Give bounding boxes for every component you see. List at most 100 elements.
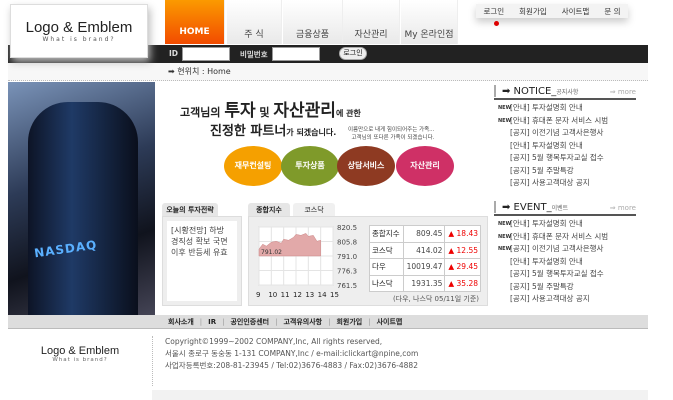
separator: | xyxy=(199,318,203,326)
item-text: [안내] 휴대폰 문자 서비스 시범 xyxy=(510,231,609,241)
index-row: 나스닥 1931.35 ▲ 35.28 xyxy=(369,274,481,292)
notice-section: ➡ NOTICE_공지사항 ⇒ more NEW [안내] 투자설명회 안내 NEW[… xyxy=(490,84,640,190)
index-change: ▲ 18.43 xyxy=(444,225,481,243)
event-item[interactable]: [공지] 사용고객대상 공지 xyxy=(490,293,640,306)
new-badge: NEW xyxy=(498,117,512,124)
x-tick-label: 13 xyxy=(305,291,314,299)
item-text: [안내] 투자설명회 안내 xyxy=(510,103,583,112)
event-item[interactable]: [안내] 투자설명회 안내 xyxy=(490,256,640,269)
event-item[interactable]: NEW [안내] 휴대폰 문자 서비스 시범 xyxy=(490,231,640,244)
footer-info: Copyright©1999~2002 COMPANY,Inc, All rig… xyxy=(152,336,418,386)
nav-asset-management[interactable]: 자산관리 xyxy=(343,0,400,44)
footer-link[interactable]: 공인인증센터 xyxy=(230,315,269,328)
footer-link[interactable]: 고객유의사항 xyxy=(283,315,322,328)
logo-tagline: What is brand? xyxy=(42,36,116,43)
notice-header: ➡ NOTICE_공지사항 ⇒ more xyxy=(494,84,636,100)
y-tick-label: 791.0 xyxy=(337,253,357,261)
tab-investment-strategy[interactable]: 오늘의 투자전략 xyxy=(162,203,218,217)
y-tick-label: 805.8 xyxy=(337,238,357,246)
item-text: [안내] 휴대폰 문자 서비스 시범 xyxy=(510,115,609,125)
y-tick-label: 820.5 xyxy=(337,224,357,232)
notice-item[interactable]: [공지] 사용고객대상 공지 xyxy=(490,177,640,190)
footer-band xyxy=(152,390,648,400)
hero-subtext: 이름만으로 내게 힘이되어주는 가족... 고객님의 또다른 가족이 되겠습니다. xyxy=(348,127,435,141)
event-item[interactable]: NEW [안내] 투자설명회 안내 xyxy=(490,218,640,231)
new-badge: NEW xyxy=(498,105,512,111)
footer-link[interactable]: 사이트맵 xyxy=(377,315,403,328)
id-input[interactable] xyxy=(182,47,230,61)
event-item[interactable]: NEW [공지] 이전기념 고객사은행사 xyxy=(490,243,640,256)
separator: | xyxy=(222,318,225,326)
item-text: [공지] 이전기념 고객사은행사 xyxy=(510,244,604,253)
logo[interactable]: Logo & Emblem What is brand? xyxy=(10,4,148,58)
item-text: [공지] 사용고객대상 공지 xyxy=(510,294,590,303)
tab-kospi[interactable]: 종합지수 xyxy=(248,203,290,217)
footer-link[interactable]: IR xyxy=(208,315,216,328)
notice-item[interactable]: [공지] 5월 주말특강 xyxy=(490,165,640,178)
index-value: 1931.35 xyxy=(402,274,446,292)
breadcrumb: ➡ 현위치 : Home xyxy=(8,63,648,81)
index-name: 종합지수 xyxy=(369,225,404,243)
event-item[interactable]: [공지] 5월 주말특강 xyxy=(490,281,640,294)
event-item[interactable]: [공지] 5월 행복투자교실 접수 xyxy=(490,268,640,281)
new-badge: NEW xyxy=(498,221,512,227)
service-investment-products[interactable]: 투자상품 xyxy=(281,146,339,186)
item-text: [공지] 5월 행복투자교실 접수 xyxy=(510,153,604,162)
hero-line-1: 고객님의 투자 및 자산관리에 관한 xyxy=(180,101,361,121)
item-text: [공지] 5월 주말특강 xyxy=(510,281,574,291)
index-name: 코스닥 xyxy=(369,241,404,259)
item-text: [안내] 투자설명회 안내 xyxy=(510,219,583,228)
index-change: ▲ 35.28 xyxy=(444,274,481,292)
x-tick-label: 11 xyxy=(281,291,290,299)
service-asset-management[interactable]: 자산관리 xyxy=(396,146,454,186)
notice-item[interactable]: NEW [안내] 휴대폰 문자 서비스 시범 xyxy=(490,115,640,128)
footer-link[interactable]: 회사소개 xyxy=(168,315,194,328)
y-tick-label: 776.3 xyxy=(337,267,357,275)
id-label: ID xyxy=(169,49,179,58)
event-header: ➡ EVENT_이벤트 ⇒ more xyxy=(494,200,636,216)
notice-item[interactable]: [공지] 이전기념 고객사은행사 xyxy=(490,127,640,140)
footer-logo: Logo & Emblem What is brand? xyxy=(40,345,120,363)
notice-item[interactable]: [안내] 투자설명회 안내 xyxy=(490,140,640,153)
notice-more-link[interactable]: ⇒ more xyxy=(610,84,636,100)
logo-title: Logo & Emblem xyxy=(25,19,133,36)
index-change: ▲ 12.55 xyxy=(444,241,481,259)
x-tick-label: 9 xyxy=(256,291,260,299)
top-link-login[interactable]: 로그인 xyxy=(483,6,504,17)
service-consulting[interactable]: 상담서비스 xyxy=(337,146,395,186)
nav-my-online[interactable]: My 온라인점 xyxy=(401,0,458,44)
service-financial-consulting[interactable]: 재무컨설팅 xyxy=(224,146,282,186)
footer-nav: 회사소개 | IR | 공인인증센터 | 고객유의사항 | 회원가입 | 사이트맵 xyxy=(8,315,648,329)
top-link-contact[interactable]: 문 의 xyxy=(604,6,620,17)
password-input[interactable] xyxy=(272,47,320,61)
item-text: [안내] 투자설명회 안내 xyxy=(510,256,583,266)
separator: | xyxy=(328,318,331,326)
nav-stock[interactable]: 주 식 xyxy=(227,0,282,44)
index-change: ▲ 29.45 xyxy=(444,258,481,276)
hero-line-2: 진정한 파트너가 되겠습니다. xyxy=(210,124,337,139)
notice-item[interactable]: NEW [안내] 투자설명회 안내 xyxy=(490,102,640,115)
index-note: (다우, 나스닥 05/11일 기준) xyxy=(392,295,479,303)
index-value: 10019.47 xyxy=(402,258,446,276)
x-tick-label: 12 xyxy=(293,291,302,299)
index-row: 코스닥 414.02 ▲ 12.55 xyxy=(369,241,481,259)
index-row: 다우 10019.47 ▲ 29.45 xyxy=(369,258,481,276)
indicator-dot-icon xyxy=(494,21,499,26)
item-text: [공지] 5월 주말특강 xyxy=(510,165,574,175)
footer-link[interactable]: 회원가입 xyxy=(336,315,362,328)
top-link-join[interactable]: 회원가입 xyxy=(519,6,547,17)
strategy-panel: [시황전망] 하방 경직성 확보 국면 이후 반등세 유효 xyxy=(162,216,242,306)
top-link-sitemap[interactable]: 사이트맵 xyxy=(562,6,590,17)
nav-home[interactable]: HOME xyxy=(165,0,225,44)
event-more-link[interactable]: ⇒ more xyxy=(610,200,636,216)
x-tick-label: 10 xyxy=(268,291,277,299)
notice-item[interactable]: [공지] 5월 행복투자교실 접수 xyxy=(490,152,640,165)
item-text: [공지] 이전기념 고객사은행사 xyxy=(510,128,604,137)
login-button[interactable]: 로그인 xyxy=(339,47,367,60)
index-value: 414.02 xyxy=(402,241,446,259)
nav-financial-products[interactable]: 금융상품 xyxy=(283,0,343,44)
index-name: 다우 xyxy=(369,258,404,276)
index-value: 809.45 xyxy=(402,225,446,243)
tab-kosdaq[interactable]: 코스닥 xyxy=(293,203,335,217)
top-links: 로그인 회원가입 사이트맵 문 의 xyxy=(476,4,628,18)
